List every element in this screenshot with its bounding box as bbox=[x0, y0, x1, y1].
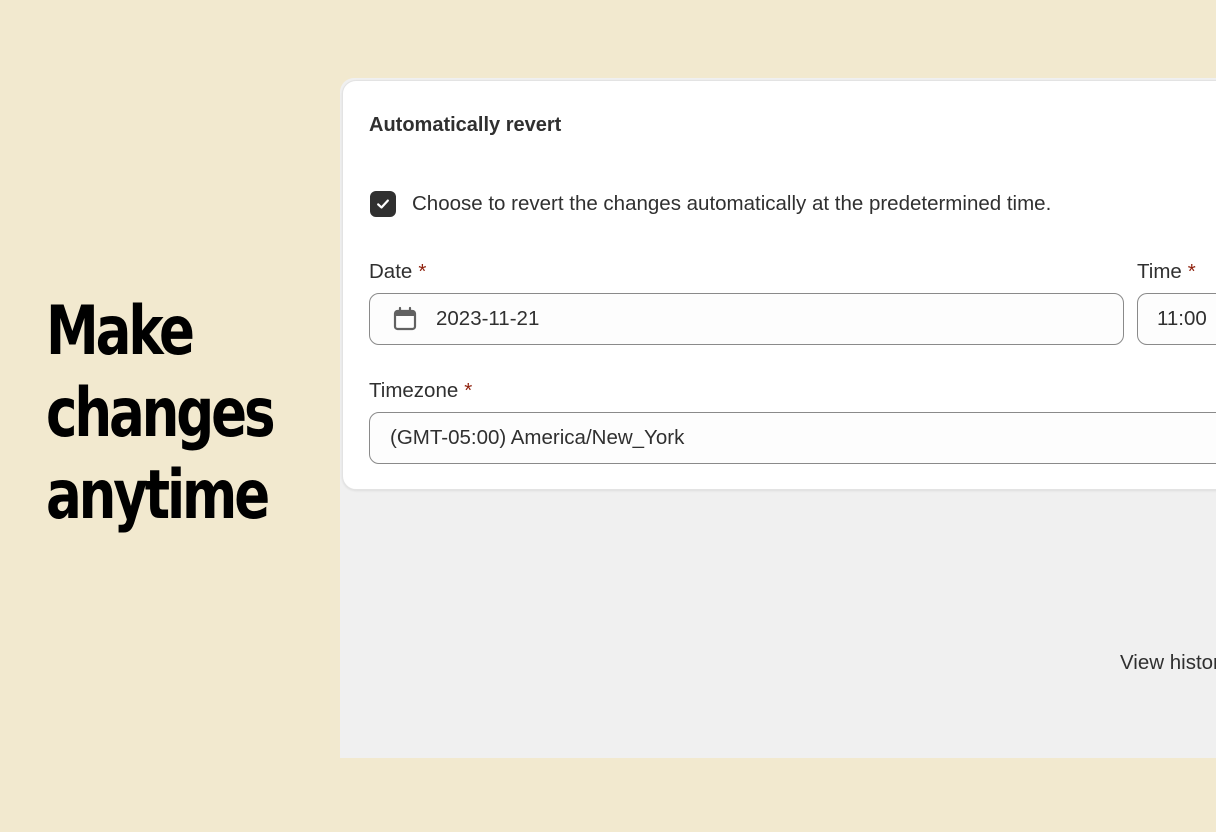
headline-line-2: changes bbox=[46, 374, 276, 453]
view-history-link[interactable]: View history bbox=[1120, 651, 1216, 675]
headline: Make changes anytime bbox=[46, 291, 276, 537]
auto-revert-card: Automatically revert Choose to revert th… bbox=[342, 80, 1216, 490]
headline-line-3: anytime bbox=[46, 456, 270, 535]
card-title: Automatically revert bbox=[369, 114, 562, 136]
timezone-value: (GMT-05:00) America/New_York bbox=[390, 426, 685, 449]
auto-revert-checkbox-label[interactable]: Choose to revert the changes automatical… bbox=[412, 191, 1051, 217]
required-marker: * bbox=[464, 379, 473, 402]
timezone-select[interactable]: (GMT-05:00) America/New_York bbox=[369, 412, 1216, 464]
timezone-label-text: Timezone bbox=[369, 379, 459, 402]
app-screen: Automatically revert Choose to revert th… bbox=[340, 78, 1216, 758]
checkmark-icon bbox=[377, 199, 389, 209]
headline-line-1: Make bbox=[46, 292, 195, 371]
time-field[interactable]: 11:00 bbox=[1137, 293, 1216, 345]
date-label-text: Date bbox=[369, 260, 413, 283]
timezone-label: Timezone * bbox=[369, 379, 472, 403]
required-marker: * bbox=[418, 260, 427, 283]
date-field[interactable]: 2023-11-21 bbox=[369, 293, 1124, 345]
time-value: 11:00 bbox=[1157, 307, 1207, 330]
date-value: 2023-11-21 bbox=[436, 307, 540, 330]
required-marker: * bbox=[1187, 260, 1196, 283]
date-label: Date * bbox=[369, 260, 426, 284]
auto-revert-checkbox[interactable] bbox=[370, 191, 396, 217]
calendar-icon bbox=[392, 306, 418, 332]
time-label: Time * bbox=[1137, 260, 1196, 284]
time-label-text: Time bbox=[1137, 260, 1182, 283]
